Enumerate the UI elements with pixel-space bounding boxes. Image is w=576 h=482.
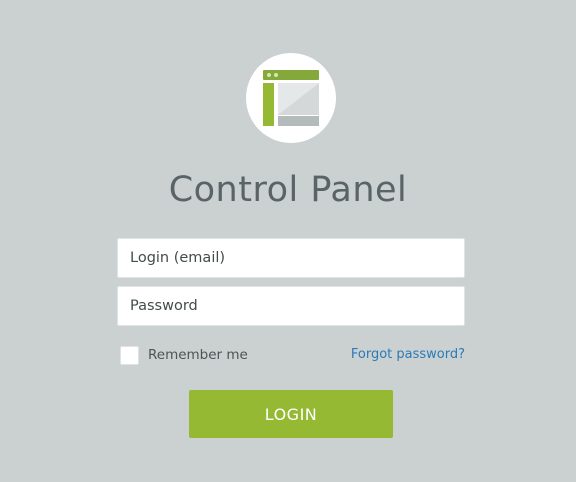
remember-me-label: Remember me (148, 347, 248, 363)
page-title: Control Panel (168, 170, 408, 210)
login-button[interactable]: LOGIN (189, 390, 393, 438)
email-field[interactable] (117, 238, 465, 278)
app-logo (246, 53, 336, 143)
forgot-password-link[interactable]: Forgot password? (351, 345, 465, 364)
browser-window-icon (263, 70, 319, 126)
remember-me-checkbox[interactable] (120, 346, 139, 365)
password-field[interactable] (117, 286, 465, 326)
